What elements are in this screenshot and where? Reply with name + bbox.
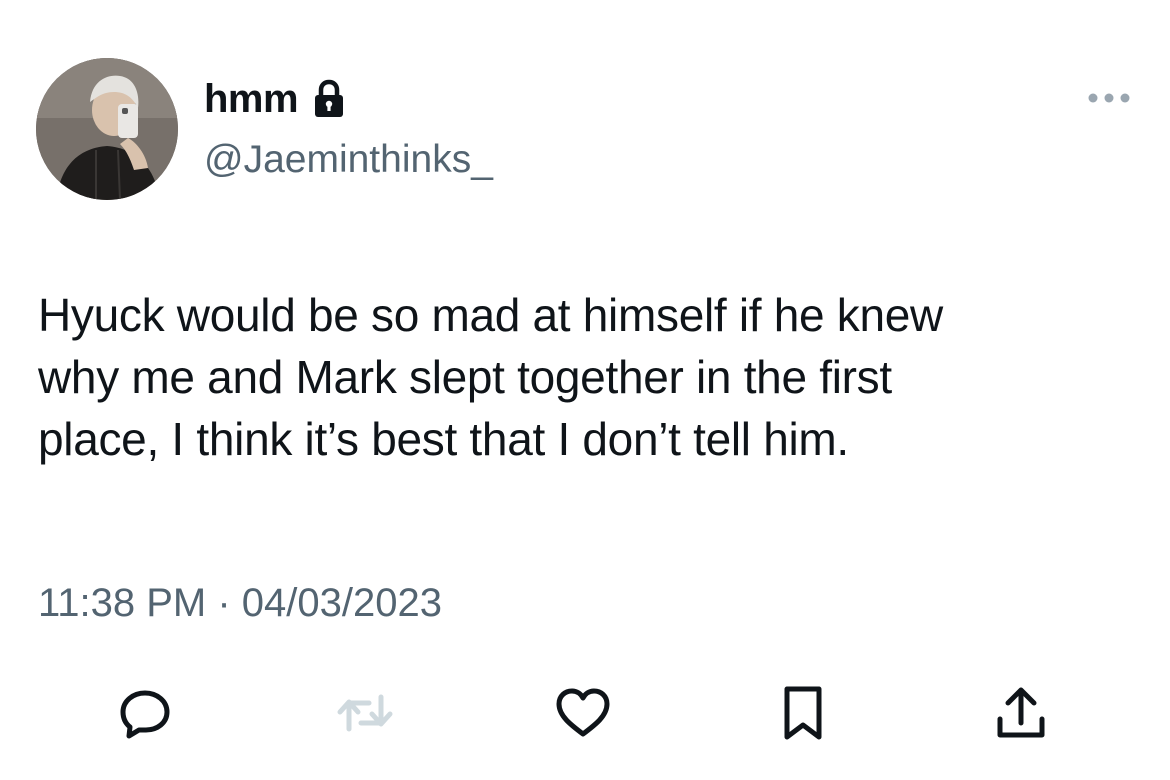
heart-icon [556,688,610,737]
avatar-image [36,58,178,200]
avatar[interactable] [36,58,178,200]
reply-icon [120,690,170,739]
retweet-icon [337,694,393,732]
retweet-button[interactable] [330,678,400,748]
bookmark-button[interactable] [768,678,838,748]
tweet-card: hmm @Jaeminthinks_ Hyuck would be so mad… [0,0,1170,780]
share-button[interactable] [986,678,1056,748]
tweet-text: Hyuck would be so mad at himself if he k… [38,289,943,465]
tweet-timestamp[interactable]: 11:38 PM · 04/03/2023 [38,578,442,628]
tweet-date: 04/03/2023 [241,581,442,625]
author-name-row: hmm [204,74,346,124]
reply-button[interactable] [110,678,180,748]
more-icon[interactable] [1086,88,1132,108]
bookmark-icon [784,686,822,740]
display-name[interactable]: hmm [204,74,299,124]
action-bar [0,678,1170,748]
timestamp-separator: · [206,581,242,625]
like-button[interactable] [548,678,618,748]
tweet-time: 11:38 PM [38,581,207,625]
share-icon [997,687,1045,738]
lock-icon [312,79,346,119]
user-handle[interactable]: @Jaeminthinks_ [204,136,493,184]
